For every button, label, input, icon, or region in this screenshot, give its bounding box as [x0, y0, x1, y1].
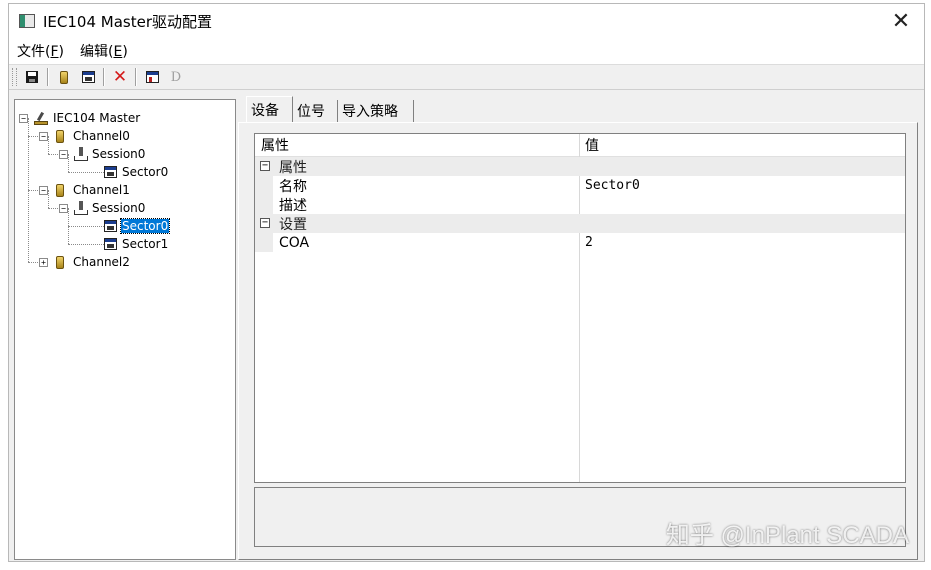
d-button[interactable]: D: [166, 67, 186, 87]
menu-edit-accel: E: [113, 44, 123, 60]
d-icon: D: [170, 69, 182, 85]
tree-node-label: IEC104 Master: [53, 111, 141, 125]
tree-line: [68, 226, 104, 227]
tab-device[interactable]: 设备: [246, 96, 293, 123]
add-sector-button[interactable]: [78, 67, 98, 87]
sector-icon: [81, 71, 95, 83]
menu-file-label: 文件(: [17, 44, 51, 60]
channel-icon: [56, 129, 64, 143]
row-gutter: [255, 233, 273, 252]
tree-node-label: Session0: [92, 201, 146, 215]
toolbar-grip[interactable]: [12, 68, 17, 86]
device-tree[interactable]: − IEC104 Master − Channel0 − Session0 Se…: [14, 99, 236, 560]
sector-icon: [104, 166, 117, 178]
property-grid: 属性 值 − 属性 名称 Sector0 描述 − 设置 COA 2: [254, 133, 906, 483]
property-value[interactable]: 2: [585, 235, 593, 250]
property-value[interactable]: Sector0: [585, 178, 640, 193]
menu-edit[interactable]: 编辑(E): [80, 41, 128, 61]
toolbar: ✕ D: [9, 64, 924, 90]
export-icon: [145, 71, 159, 83]
property-row-description[interactable]: 描述: [255, 195, 905, 214]
property-name: 描述: [279, 197, 307, 214]
toolbar-separator: [103, 68, 105, 86]
app-window: IEC104 Master驱动配置 ✕ 文件(F) 编辑(E) ✕ D − IE…: [8, 3, 925, 562]
toolbar-separator: [47, 68, 49, 86]
tree-line: [68, 172, 104, 173]
tree-node-session0[interactable]: − Session0: [59, 199, 146, 217]
grid-header: 属性 值: [255, 134, 905, 157]
tree-node-channel2[interactable]: + Channel2: [39, 253, 131, 271]
collapse-icon[interactable]: −: [260, 218, 270, 228]
menu-file-accel: F: [50, 44, 59, 60]
toolbar-separator: [135, 68, 137, 86]
property-row-name[interactable]: 名称 Sector0: [255, 176, 905, 195]
tree-expander[interactable]: −: [59, 203, 68, 213]
tree-node-label: Channel0: [73, 129, 130, 143]
title-bar: IEC104 Master驱动配置 ✕: [9, 4, 924, 38]
column-header-value[interactable]: 值: [579, 134, 905, 156]
tree-node-root[interactable]: − IEC104 Master: [19, 109, 141, 127]
row-gutter: [255, 195, 273, 214]
menu-file[interactable]: 文件(F): [17, 41, 64, 61]
add-channel-button[interactable]: [54, 67, 74, 87]
tree-expander[interactable]: −: [59, 149, 68, 159]
delete-icon: ✕: [112, 66, 128, 87]
tree-node-label: Session0: [92, 147, 146, 161]
window-title: IEC104 Master驱动配置: [43, 12, 212, 31]
tree-node-sector1[interactable]: Sector1: [104, 235, 169, 253]
menu-bar: 文件(F) 编辑(E): [9, 38, 924, 64]
menu-edit-label: 编辑(: [80, 44, 114, 60]
tab-tags[interactable]: 位号: [293, 100, 338, 122]
tree-node-label: Channel1: [73, 183, 130, 197]
app-icon: [19, 14, 35, 28]
tree-line: [68, 244, 104, 245]
menu-file-tail: ): [58, 44, 64, 60]
tree-node-label: Sector0: [119, 218, 171, 234]
collapse-icon[interactable]: −: [260, 161, 270, 171]
export-button[interactable]: [142, 67, 162, 87]
tree-node-channel1[interactable]: − Channel1: [39, 181, 131, 199]
tree-node-sector0[interactable]: Sector0: [104, 163, 169, 181]
channel-icon: [56, 255, 64, 269]
tree-node-sector0-selected[interactable]: Sector0: [104, 217, 171, 235]
property-name: 名称: [279, 178, 307, 195]
tree-node-session0[interactable]: − Session0: [59, 145, 146, 163]
channel-icon: [56, 183, 64, 197]
properties-panel: 设备 位号 导入策略 属性 值 − 属性 名称 Sector0 描述 − 设置 …: [238, 96, 921, 560]
sector-icon: [104, 238, 117, 250]
row-gutter: [255, 176, 273, 195]
session-icon: [74, 147, 88, 161]
property-row-coa[interactable]: COA 2: [255, 233, 905, 252]
watermark: 知乎 @InPlant SCADA: [665, 522, 909, 549]
session-icon: [74, 201, 88, 215]
property-name: COA: [279, 234, 310, 251]
channel-icon: [60, 70, 68, 84]
tree-expander[interactable]: −: [39, 185, 48, 195]
tab-import-policy[interactable]: 导入策略: [338, 100, 414, 122]
tree-node-label: Channel2: [73, 255, 130, 269]
save-button[interactable]: [22, 67, 42, 87]
close-button[interactable]: ✕: [878, 4, 924, 38]
tab-bar: 设备 位号 导入策略: [238, 96, 921, 123]
category-label: 属性: [279, 159, 307, 176]
master-icon: [33, 111, 49, 125]
sector-icon: [104, 220, 117, 232]
menu-edit-tail: ): [122, 44, 128, 60]
tree-expander[interactable]: −: [19, 113, 28, 123]
delete-button[interactable]: ✕: [110, 67, 130, 87]
category-label: 设置: [279, 216, 307, 233]
tree-node-label: Sector1: [122, 237, 169, 251]
tree-node-channel0[interactable]: − Channel0: [39, 127, 131, 145]
tree-expander[interactable]: −: [39, 131, 48, 141]
category-row-settings[interactable]: − 设置: [255, 214, 905, 233]
save-icon: [26, 71, 38, 83]
category-row-properties[interactable]: − 属性: [255, 157, 905, 176]
column-header-property[interactable]: 属性: [255, 134, 579, 156]
tree-node-label: Sector0: [122, 165, 169, 179]
tree-expander[interactable]: +: [39, 257, 48, 267]
